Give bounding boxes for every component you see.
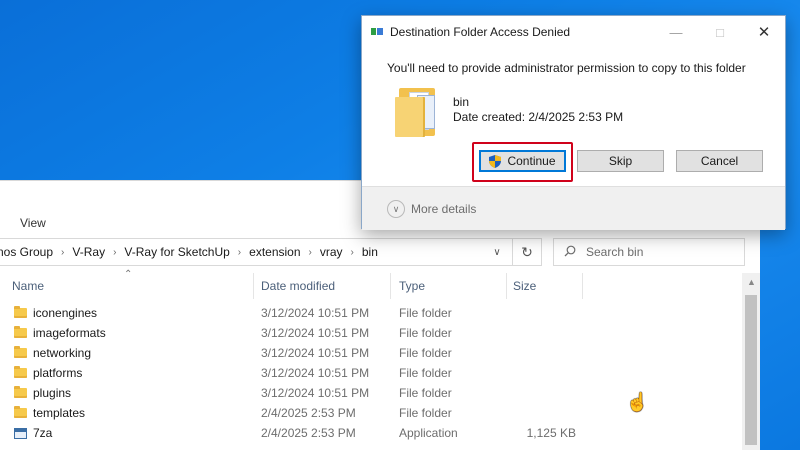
file-name: networking — [33, 346, 92, 360]
file-size — [510, 403, 576, 423]
breadcrumb-item[interactable]: V-Ray — [72, 245, 105, 259]
skip-button[interactable]: Skip — [577, 150, 664, 172]
search-icon — [564, 245, 576, 260]
file-date: 3/12/2024 10:51 PM — [261, 326, 370, 340]
folder-icon — [14, 346, 27, 358]
folder-icon — [395, 83, 437, 138]
folder-icon — [14, 326, 27, 338]
continue-label: Continue — [507, 154, 556, 168]
breadcrumb-item[interactable]: bin — [362, 245, 378, 259]
file-size — [510, 303, 576, 323]
file-name: plugins — [33, 386, 72, 400]
dialog-titlebar[interactable]: Destination Folder Access Denied — □ ✕ — [362, 16, 785, 48]
folder-icon — [14, 306, 27, 318]
close-icon[interactable]: ✕ — [742, 16, 786, 48]
more-details-label: More details — [411, 202, 477, 216]
dialog-message: You'll need to provide administrator per… — [387, 61, 746, 75]
chevron-right-icon[interactable]: › — [238, 247, 241, 258]
cancel-button[interactable]: Cancel — [676, 150, 763, 172]
search-box[interactable] — [553, 238, 745, 266]
file-date: 3/12/2024 10:51 PM — [261, 386, 370, 400]
file-size — [510, 343, 576, 363]
access-denied-dialog: Destination Folder Access Denied — □ ✕ Y… — [361, 15, 786, 230]
folder-icon — [14, 406, 27, 418]
folder-icon — [14, 386, 27, 398]
chevron-down-icon[interactable]: ∨ — [387, 200, 405, 218]
folder-date-created: Date created: 2/4/2025 2:53 PM — [453, 110, 624, 124]
search-input[interactable] — [586, 245, 726, 259]
address-dropdown-icon[interactable]: ∨ — [483, 239, 511, 265]
file-size — [510, 383, 576, 403]
breadcrumb: nos Group › V-Ray › V-Ray for SketchUp ›… — [0, 245, 378, 259]
list-item[interactable]: networking 3/12/2024 10:51 PM File folde… — [0, 343, 742, 363]
list-item[interactable]: 7za 2/4/2025 2:53 PM Application 1,125 K… — [0, 423, 742, 443]
folder-icon — [14, 366, 27, 378]
vertical-scrollbar[interactable]: ▲ — [742, 273, 760, 450]
chevron-right-icon[interactable]: › — [61, 247, 64, 258]
dialog-title: Destination Folder Access Denied — [390, 25, 571, 39]
file-size — [510, 323, 576, 343]
file-name: imageformats — [33, 326, 106, 340]
copy-icon — [371, 26, 385, 38]
breadcrumb-item[interactable]: extension — [249, 245, 300, 259]
chevron-right-icon[interactable]: › — [351, 247, 354, 258]
file-type: File folder — [399, 386, 452, 400]
file-date: 3/12/2024 10:51 PM — [261, 306, 370, 320]
file-date: 2/4/2025 2:53 PM — [261, 426, 356, 440]
maximize-icon[interactable]: □ — [698, 16, 742, 48]
column-header-size[interactable]: Size — [503, 273, 583, 299]
address-bar[interactable]: nos Group › V-Ray › V-Ray for SketchUp ›… — [0, 238, 542, 266]
file-name: templates — [33, 406, 86, 420]
file-date: 3/12/2024 10:51 PM — [261, 366, 370, 380]
scrollbar-thumb[interactable] — [745, 295, 757, 445]
more-details-toggle[interactable]: ∨ More details — [387, 200, 476, 218]
chevron-right-icon[interactable]: › — [309, 247, 312, 258]
application-icon — [14, 427, 27, 439]
hand-cursor-icon: ☝ — [626, 392, 649, 412]
file-type: Application — [399, 426, 458, 440]
folder-name: bin — [453, 95, 470, 109]
column-header-name[interactable]: Name — [2, 273, 254, 299]
file-type: File folder — [399, 306, 452, 320]
file-type: File folder — [399, 326, 452, 340]
file-date: 3/12/2024 10:51 PM — [261, 346, 370, 360]
list-item[interactable]: imageformats 3/12/2024 10:51 PM File fol… — [0, 323, 742, 343]
refresh-icon[interactable]: ↻ — [512, 238, 542, 266]
scroll-up-icon[interactable]: ▲ — [747, 277, 756, 287]
breadcrumb-item[interactable]: nos Group — [0, 245, 53, 259]
file-list: iconengines 3/12/2024 10:51 PM File fold… — [0, 303, 742, 443]
breadcrumb-item[interactable]: V-Ray for SketchUp — [124, 245, 229, 259]
file-name: iconengines — [33, 306, 98, 320]
minimize-icon[interactable]: — — [654, 16, 698, 48]
column-header-date[interactable]: Date modified — [251, 273, 391, 299]
column-headers: ⌃ Name Date modified Type Size — [0, 269, 742, 299]
continue-button[interactable]: Continue — [479, 150, 566, 172]
ribbon-tab-view[interactable]: View — [20, 216, 46, 230]
file-type: File folder — [399, 366, 452, 380]
list-item[interactable]: iconengines 3/12/2024 10:51 PM File fold… — [0, 303, 742, 323]
file-name: 7za — [33, 426, 53, 440]
list-item[interactable]: platforms 3/12/2024 10:51 PM File folder — [0, 363, 742, 383]
file-size: 1,125 KB — [526, 426, 576, 440]
file-size — [510, 363, 576, 383]
breadcrumb-item[interactable]: vray — [320, 245, 343, 259]
chevron-right-icon[interactable]: › — [113, 247, 116, 258]
file-date: 2/4/2025 2:53 PM — [261, 406, 356, 420]
file-type: File folder — [399, 406, 452, 420]
file-name: platforms — [33, 366, 83, 380]
uac-shield-icon — [489, 154, 502, 168]
column-header-type[interactable]: Type — [389, 273, 507, 299]
file-type: File folder — [399, 346, 452, 360]
